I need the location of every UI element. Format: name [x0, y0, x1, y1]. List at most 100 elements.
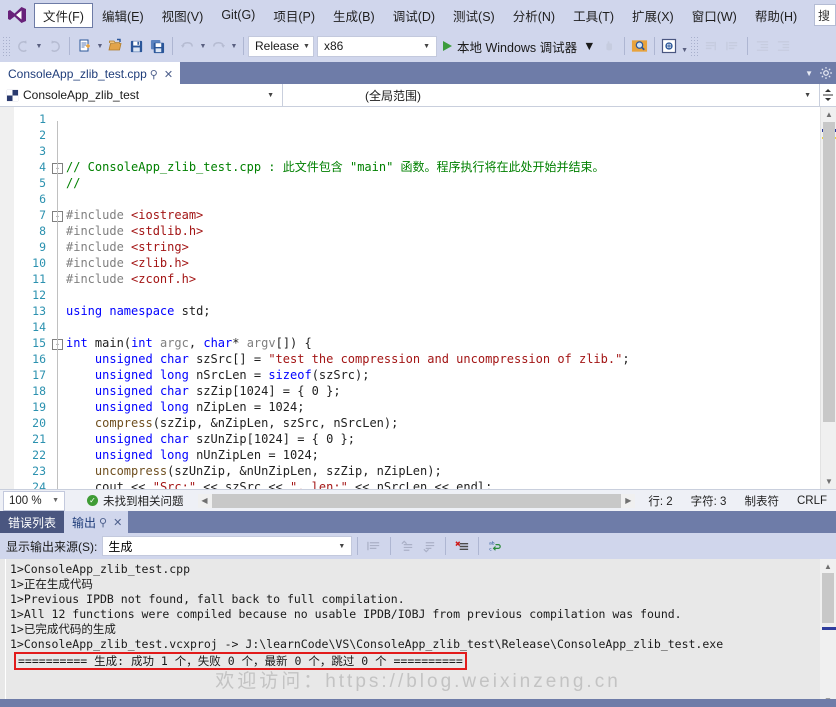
code-line[interactable]: unsigned long nSrcLen = sizeof(szSrc); [50, 367, 820, 383]
toolbar-grip-2[interactable] [690, 36, 698, 56]
hot-reload-icon[interactable] [599, 35, 620, 57]
code-token: long [160, 448, 189, 462]
output-vertical-scrollbar[interactable]: ▲ ▼ [820, 559, 836, 707]
uncomment-icon[interactable] [722, 35, 743, 57]
menu-item-11[interactable]: 窗口(W) [683, 3, 746, 28]
tab-error-list[interactable]: 错误列表 [0, 511, 64, 533]
screenshot-dropdown-icon[interactable]: ▼ [680, 35, 690, 57]
undo-icon[interactable] [177, 35, 198, 57]
menu-item-4[interactable]: 项目(P) [264, 3, 324, 28]
menu-item-10[interactable]: 扩展(X) [623, 3, 683, 28]
save-all-icon[interactable] [147, 35, 168, 57]
code-line[interactable]: #include <zlib.h> [50, 255, 820, 271]
code-token: ( [124, 336, 131, 350]
code-line[interactable] [50, 191, 820, 207]
navbar-project-combo[interactable]: ConsoleApp_zlib_test ▼ [0, 84, 283, 107]
document-tab-consoleapp-zlib-test-cpp[interactable]: ConsoleApp_zlib_test.cpp ⚲ ✕ [0, 62, 180, 84]
menu-item-7[interactable]: 测试(S) [444, 3, 504, 28]
screenshot-icon[interactable] [659, 35, 680, 57]
go-to-next-icon[interactable] [418, 535, 440, 557]
scroll-right-icon[interactable]: ▶ [621, 496, 635, 505]
find-in-files-icon[interactable] [629, 35, 650, 57]
code-line[interactable]: -#include <iostream> [50, 207, 820, 223]
output-scrollbar-thumb[interactable] [822, 573, 834, 623]
code-text-area[interactable]: -// ConsoleApp_zlib_test.cpp : 此文件包含 "ma… [50, 107, 820, 489]
code-line[interactable]: -// ConsoleApp_zlib_test.cpp : 此文件包含 "ma… [50, 159, 820, 175]
redo-dropdown-icon[interactable]: ▼ [229, 35, 239, 57]
menu-item-1[interactable]: 编辑(E) [93, 3, 153, 28]
decrease-indent-icon[interactable] [752, 35, 773, 57]
scroll-up-icon[interactable]: ▲ [820, 559, 836, 573]
code-editor[interactable]: 123456789101112131415161718192021222324 … [0, 107, 836, 489]
code-line[interactable] [50, 319, 820, 335]
code-line[interactable]: unsigned long nZipLen = 1024; [50, 399, 820, 415]
editor-scrollbar-thumb[interactable] [823, 122, 835, 422]
menu-item-12[interactable]: 帮助(H) [746, 3, 806, 28]
tab-output[interactable]: 输出 ⚲ ✕ [64, 511, 128, 533]
code-line[interactable]: compress(szZip, &nZipLen, szSrc, nSrcLen… [50, 415, 820, 431]
undo-dropdown-icon[interactable]: ▼ [198, 35, 208, 57]
navbar-scope-combo[interactable]: (全局范围) ▼ [283, 84, 820, 107]
code-line[interactable]: #include <stdlib.h> [50, 223, 820, 239]
menu-item-6[interactable]: 调试(D) [384, 3, 444, 28]
code-line[interactable]: #include <zconf.h> [50, 271, 820, 287]
horizontal-scrollbar-thumb[interactable] [212, 494, 622, 508]
new-item-dropdown-icon[interactable]: ▼ [95, 35, 105, 57]
code-line[interactable]: cout << "Src:" << szSrc << ", len:" << n… [50, 479, 820, 489]
gear-icon[interactable] [819, 66, 833, 80]
editor-vertical-scrollbar[interactable]: ▲ ▼ [820, 107, 836, 489]
code-line[interactable]: using namespace std; [50, 303, 820, 319]
close-icon[interactable]: ✕ [161, 68, 176, 81]
menu-item-9[interactable]: 工具(T) [564, 3, 623, 28]
solution-platform-combo[interactable]: x86 ▼ [317, 36, 437, 57]
comment-icon[interactable] [701, 35, 722, 57]
line-number: 14 [14, 319, 46, 335]
scroll-left-icon[interactable]: ◀ [198, 496, 212, 505]
scroll-up-icon[interactable]: ▲ [821, 107, 836, 122]
code-line[interactable]: #include <string> [50, 239, 820, 255]
solution-configuration-combo[interactable]: Release ▼ [248, 36, 314, 57]
tab-overflow-icon[interactable]: ▼ [799, 69, 819, 78]
navigate-back-dropdown-icon[interactable]: ▼ [34, 35, 44, 57]
zoom-level-combo[interactable]: 100 % ▼ [3, 491, 65, 511]
new-item-icon[interactable] [74, 35, 95, 57]
toggle-word-wrap-icon[interactable]: abc [484, 535, 506, 557]
list-output-icon[interactable] [363, 535, 385, 557]
menu-search-box[interactable]: 搜 [814, 4, 836, 26]
editor-navigation-bar: ConsoleApp_zlib_test ▼ (全局范围) ▼ [0, 84, 836, 107]
start-debugging-button[interactable]: 本地 Windows 调试器 ▼ [440, 35, 599, 57]
increase-indent-icon[interactable] [773, 35, 794, 57]
code-line[interactable]: unsigned char szZip[1024] = { 0 }; [50, 383, 820, 399]
code-line[interactable]: // [50, 175, 820, 191]
output-text-container[interactable]: 1>ConsoleApp_zlib_test.cpp1>正在生成代码1>Prev… [0, 559, 836, 707]
code-line[interactable]: uncompress(szUnZip, &nUnZipLen, szZip, n… [50, 463, 820, 479]
toolbar-separator-4 [624, 37, 625, 55]
output-source-combo[interactable]: 生成 ▼ [102, 536, 352, 556]
status-char-number: 字符: 3 [682, 493, 736, 509]
code-line[interactable]: unsigned char szSrc[] = "test the compre… [50, 351, 820, 367]
navigate-back-icon[interactable] [13, 35, 34, 57]
code-line[interactable]: -int main(int argc, char* argv[]) { [50, 335, 820, 351]
editor-horizontal-scrollbar[interactable]: ◀ ▶ [198, 494, 636, 508]
menu-item-0[interactable]: 文件(F) [34, 3, 93, 28]
scroll-down-icon[interactable]: ▼ [821, 474, 836, 489]
clear-all-icon[interactable] [451, 535, 473, 557]
open-file-icon[interactable] [105, 35, 126, 57]
save-icon[interactable] [126, 35, 147, 57]
toolbar-grip[interactable] [2, 36, 10, 56]
code-line[interactable]: unsigned long nUnZipLen = 1024; [50, 447, 820, 463]
code-line[interactable] [50, 287, 820, 303]
pin-icon[interactable]: ⚲ [147, 68, 161, 81]
pin-icon[interactable]: ⚲ [96, 516, 110, 529]
menu-item-3[interactable]: Git(G) [212, 5, 264, 25]
close-icon[interactable]: ✕ [110, 516, 125, 529]
code-line[interactable]: unsigned char szUnZip[1024] = { 0 }; [50, 431, 820, 447]
go-to-previous-icon[interactable] [396, 535, 418, 557]
split-view-icon[interactable] [820, 88, 836, 102]
menu-item-5[interactable]: 生成(B) [324, 3, 384, 28]
navigate-forward-icon[interactable] [44, 35, 65, 57]
menu-item-2[interactable]: 视图(V) [153, 3, 213, 28]
menu-item-8[interactable]: 分析(N) [504, 3, 564, 28]
output-text[interactable]: 1>ConsoleApp_zlib_test.cpp1>正在生成代码1>Prev… [6, 559, 820, 707]
redo-icon[interactable] [208, 35, 229, 57]
